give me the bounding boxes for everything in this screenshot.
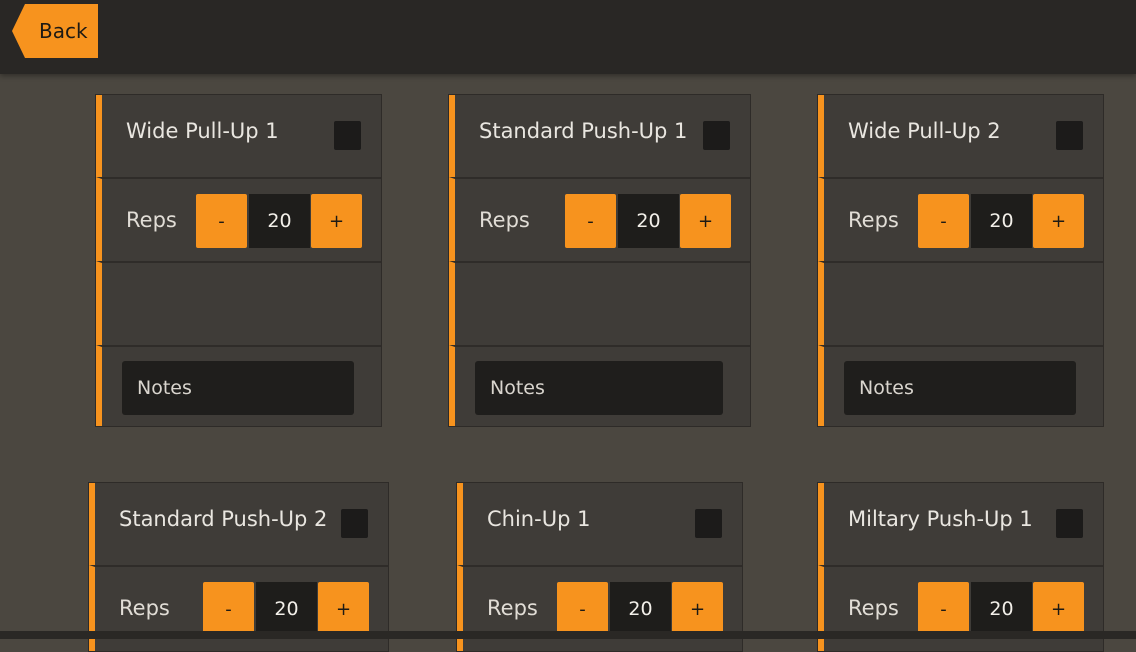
exercise-title: Wide Pull-Up 2: [848, 119, 1001, 143]
exercise-title-row: Wide Pull-Up 1: [96, 95, 381, 177]
exercise-title: Standard Push-Up 2: [119, 507, 328, 531]
reps-label: Reps: [848, 208, 899, 232]
exercise-checkbox[interactable]: [703, 121, 730, 150]
reps-label: Reps: [126, 208, 177, 232]
exercise-checkbox[interactable]: [1056, 509, 1083, 538]
empty-row: [818, 261, 1103, 345]
reps-decrement-button[interactable]: -: [565, 194, 616, 248]
exercise-title: Wide Pull-Up 1: [126, 119, 279, 143]
notes-input[interactable]: [475, 361, 723, 415]
reps-label: Reps: [119, 596, 170, 620]
exercise-title: Chin-Up 1: [487, 507, 591, 531]
reps-label: Reps: [487, 596, 538, 620]
notes-row: [818, 345, 1103, 426]
reps-value[interactable]: 20: [610, 582, 671, 636]
exercise-card: Chin-Up 1 Reps - 20 +: [456, 482, 743, 652]
exercise-card: Wide Pull-Up 1 Reps - 20 +: [95, 94, 382, 427]
notes-row: [96, 345, 381, 426]
reps-row: Reps - 20 +: [818, 177, 1103, 261]
reps-value[interactable]: 20: [971, 582, 1032, 636]
exercise-checkbox[interactable]: [695, 509, 722, 538]
reps-increment-button[interactable]: +: [318, 582, 369, 636]
empty-row: [96, 261, 381, 345]
exercise-title-row: Chin-Up 1: [457, 483, 742, 565]
exercise-title: Miltary Push-Up 1: [848, 507, 1033, 531]
reps-increment-button[interactable]: +: [1033, 194, 1084, 248]
reps-value[interactable]: 20: [618, 194, 679, 248]
exercise-title-row: Standard Push-Up 1: [449, 95, 750, 177]
reps-row: Reps - 20 +: [96, 177, 381, 261]
exercise-card: Standard Push-Up 2 Reps - 20 +: [88, 482, 389, 652]
bottom-edge: [0, 631, 1136, 639]
exercise-checkbox[interactable]: [341, 509, 368, 538]
exercise-card: Miltary Push-Up 1 Reps - 20 +: [817, 482, 1104, 652]
exercise-title-row: Wide Pull-Up 2: [818, 95, 1103, 177]
exercise-card: Standard Push-Up 1 Reps - 20 +: [448, 94, 751, 427]
reps-increment-button[interactable]: +: [1033, 582, 1084, 636]
exercise-title: Standard Push-Up 1: [479, 119, 688, 143]
reps-row: Reps - 20 +: [449, 177, 750, 261]
exercise-checkbox[interactable]: [1056, 121, 1083, 150]
reps-label: Reps: [848, 596, 899, 620]
exercise-checkbox[interactable]: [334, 121, 361, 150]
reps-label: Reps: [479, 208, 530, 232]
notes-row: [449, 345, 750, 426]
top-bar: Back: [0, 0, 1136, 74]
reps-decrement-button[interactable]: -: [196, 194, 247, 248]
reps-value[interactable]: 20: [971, 194, 1032, 248]
reps-value[interactable]: 20: [249, 194, 310, 248]
reps-increment-button[interactable]: +: [672, 582, 723, 636]
reps-increment-button[interactable]: +: [680, 194, 731, 248]
reps-value[interactable]: 20: [256, 582, 317, 636]
reps-decrement-button[interactable]: -: [557, 582, 608, 636]
notes-input[interactable]: [844, 361, 1076, 415]
exercise-title-row: Miltary Push-Up 1: [818, 483, 1103, 565]
empty-row: [449, 261, 750, 345]
exercise-card: Wide Pull-Up 2 Reps - 20 +: [817, 94, 1104, 427]
reps-decrement-button[interactable]: -: [918, 194, 969, 248]
notes-input[interactable]: [122, 361, 354, 415]
back-button[interactable]: Back: [12, 4, 98, 58]
reps-decrement-button[interactable]: -: [203, 582, 254, 636]
exercise-title-row: Standard Push-Up 2: [89, 483, 388, 565]
reps-decrement-button[interactable]: -: [918, 582, 969, 636]
reps-increment-button[interactable]: +: [311, 194, 362, 248]
